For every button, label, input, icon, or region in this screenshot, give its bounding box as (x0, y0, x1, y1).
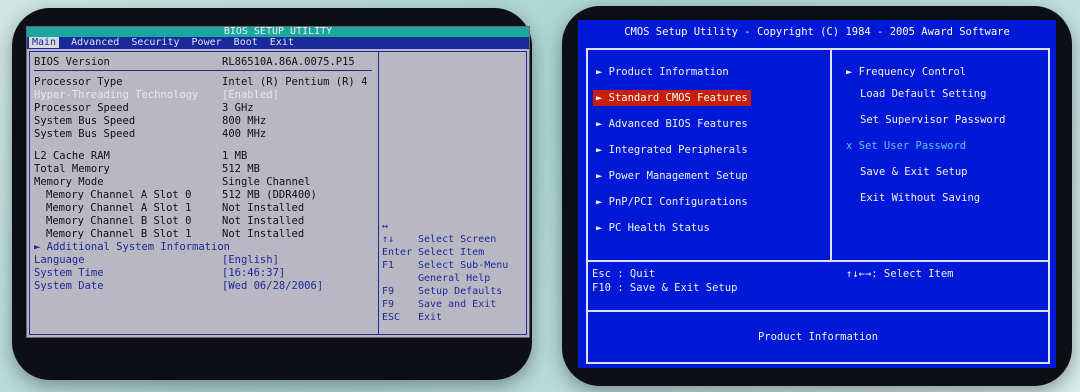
cmos-frame: ► Product Information ► Standard CMOS Fe… (586, 48, 1050, 364)
cmos-info-line: Product Information (757, 331, 879, 343)
bios-title: BIOS SETUP UTILITY (27, 27, 529, 37)
menu-load-default-setting[interactable]: Load Default Setting (860, 86, 986, 102)
menu-exit-without-saving[interactable]: Exit Without Saving (860, 190, 980, 206)
menu-pc-health-status[interactable]: ► PC Health Status (596, 220, 710, 236)
menu-main[interactable]: Main (29, 37, 60, 48)
menu-integrated-peripherals[interactable]: ► Integrated Peripherals (596, 142, 748, 158)
cmos-status-bar: Esc : Quit F10 : Save & Exit Setup ↑↓←→:… (588, 262, 1048, 312)
menu-set-user-password[interactable]: x Set User Password (846, 138, 966, 154)
divider (34, 70, 372, 71)
column-divider (830, 50, 832, 260)
bios-body: BIOS Version RL86510A.86A.0075.P15 Proces… (29, 51, 527, 335)
menu-pnp-pci-configurations[interactable]: ► PnP/PCI Configurations (596, 194, 748, 210)
status-select-item: ↑↓←→: Select Item (846, 268, 954, 280)
menu-power-management-setup[interactable]: ► Power Management Setup (596, 168, 748, 184)
status-f10-save: F10 : Save & Exit Setup (592, 282, 738, 294)
menu-frequency-control[interactable]: ► Frequency Control (846, 64, 966, 80)
cmos-menu-area: ► Product Information ► Standard CMOS Fe… (588, 50, 1048, 262)
menu-security[interactable]: Security (131, 37, 179, 48)
menu-advanced-bios-features[interactable]: ► Advanced BIOS Features (596, 116, 748, 132)
menu-power[interactable]: Power (192, 37, 222, 48)
menu-boot[interactable]: Boot (234, 37, 258, 48)
menu-standard-cmos-features[interactable]: ► Standard CMOS Features (593, 90, 751, 106)
bios-menubar: Main Advanced Security Power Boot Exit (27, 37, 529, 49)
menu-product-information[interactable]: ► Product Information (596, 64, 729, 80)
menu-save-exit-setup[interactable]: Save & Exit Setup (860, 164, 967, 180)
menu-advanced[interactable]: Advanced (71, 37, 119, 48)
intel-bios-screen: BIOS SETUP UTILITY Main Advanced Securit… (26, 26, 530, 338)
menu-exit[interactable]: Exit (270, 37, 294, 48)
cmos-title: CMOS Setup Utility - Copyright (C) 1984 … (624, 26, 1010, 38)
award-cmos-screen: CMOS Setup Utility - Copyright (C) 1984 … (578, 20, 1056, 368)
menu-set-supervisor-password[interactable]: Set Supervisor Password (860, 112, 1005, 128)
bios-info-panel: BIOS Version RL86510A.86A.0075.P15 Proces… (30, 52, 379, 334)
bios-help-panel: ↔ ↑↓ Select Screen Enter Select Item F1 Sel… (382, 221, 509, 323)
